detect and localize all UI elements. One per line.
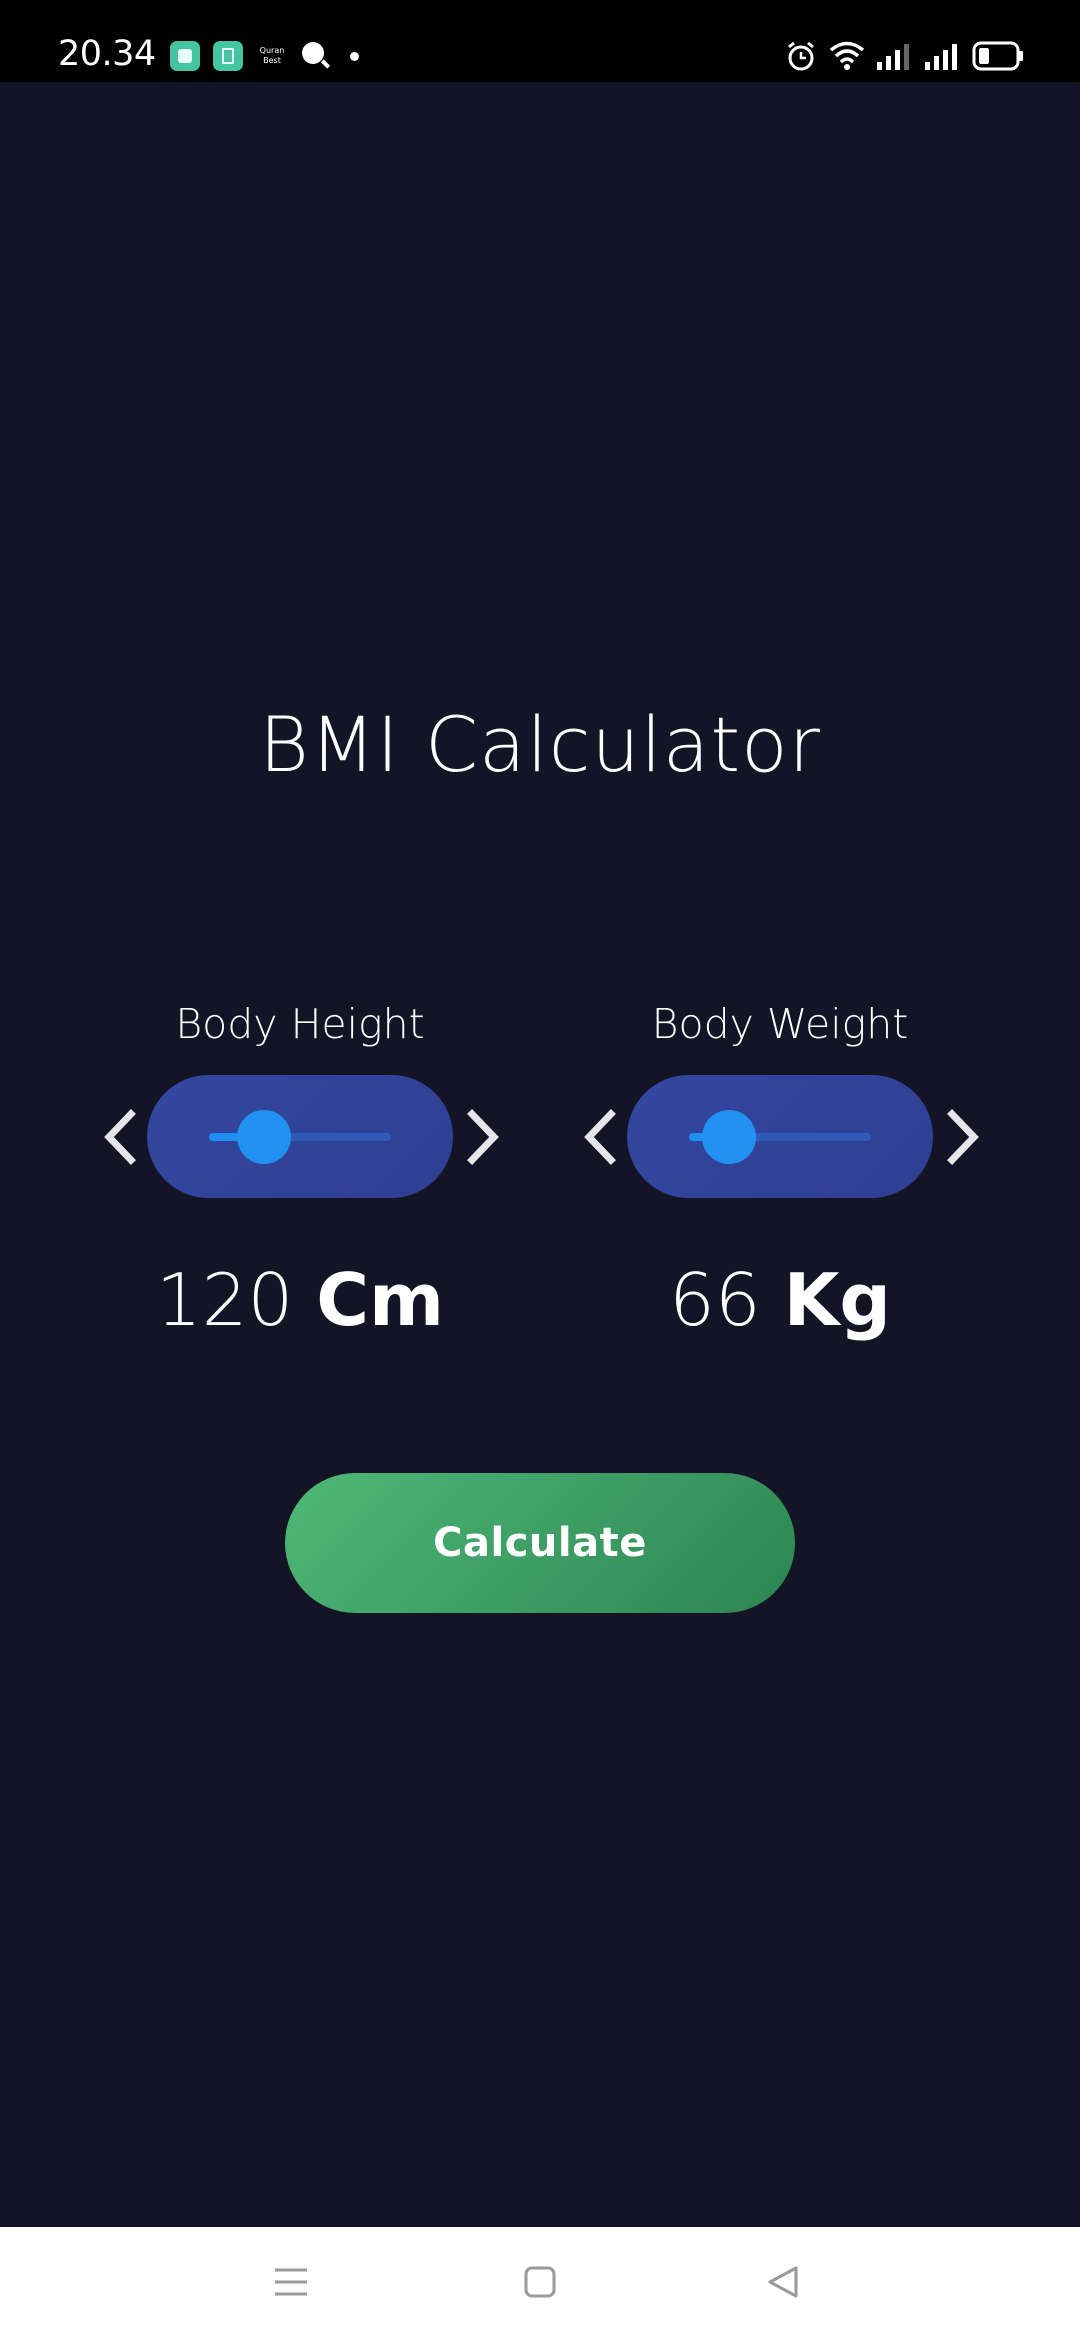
height-number: 120 (155, 1258, 294, 1342)
wifi-icon (829, 41, 865, 70)
chevron-left-icon (584, 1109, 616, 1165)
home-icon[interactable] (524, 2266, 556, 2298)
height-value: 120 Cm (150, 1258, 450, 1342)
height-slider-pill (147, 1075, 453, 1198)
back-icon[interactable] (766, 2265, 800, 2299)
calculate-button[interactable]: Calculate (285, 1473, 795, 1613)
weight-number: 66 (669, 1258, 761, 1342)
alarm-icon (788, 41, 814, 71)
status-bar: 20.34 Quran Best (0, 0, 1080, 82)
app-notification-icon (170, 41, 200, 71)
height-increase-button[interactable] (462, 1108, 506, 1166)
weight-decrease-button[interactable] (577, 1108, 621, 1166)
signal-icon (877, 44, 909, 70)
body-height-label: Body Height (175, 1000, 425, 1048)
page-title: BMI Calculator (259, 700, 821, 789)
chevron-right-icon (467, 1109, 499, 1165)
chevron-right-icon (947, 1109, 979, 1165)
dot-icon (350, 52, 359, 61)
height-unit: Cm (316, 1258, 445, 1342)
height-slider[interactable] (209, 1110, 391, 1164)
height-slider-thumb[interactable] (236, 1110, 291, 1164)
weight-slider-pill (627, 1075, 933, 1198)
weight-slider[interactable] (689, 1110, 871, 1164)
status-time: 20.34 (58, 34, 156, 74)
weight-unit: Kg (783, 1258, 891, 1342)
menu-icon[interactable] (274, 2267, 308, 2297)
weight-increase-button[interactable] (942, 1108, 986, 1166)
height-decrease-button[interactable] (97, 1108, 141, 1166)
weight-value: 66 Kg (630, 1258, 930, 1342)
search-icon (302, 42, 324, 64)
app-notification-icon (213, 41, 243, 71)
body-weight-label: Body Weight (651, 1000, 909, 1048)
weight-slider-thumb[interactable] (702, 1110, 757, 1164)
battery-icon (972, 41, 1023, 71)
navigation-bar (0, 2227, 1080, 2340)
chevron-left-icon (104, 1109, 136, 1165)
quran-best-icon: Quran Best (259, 46, 285, 65)
signal-icon (925, 44, 957, 70)
